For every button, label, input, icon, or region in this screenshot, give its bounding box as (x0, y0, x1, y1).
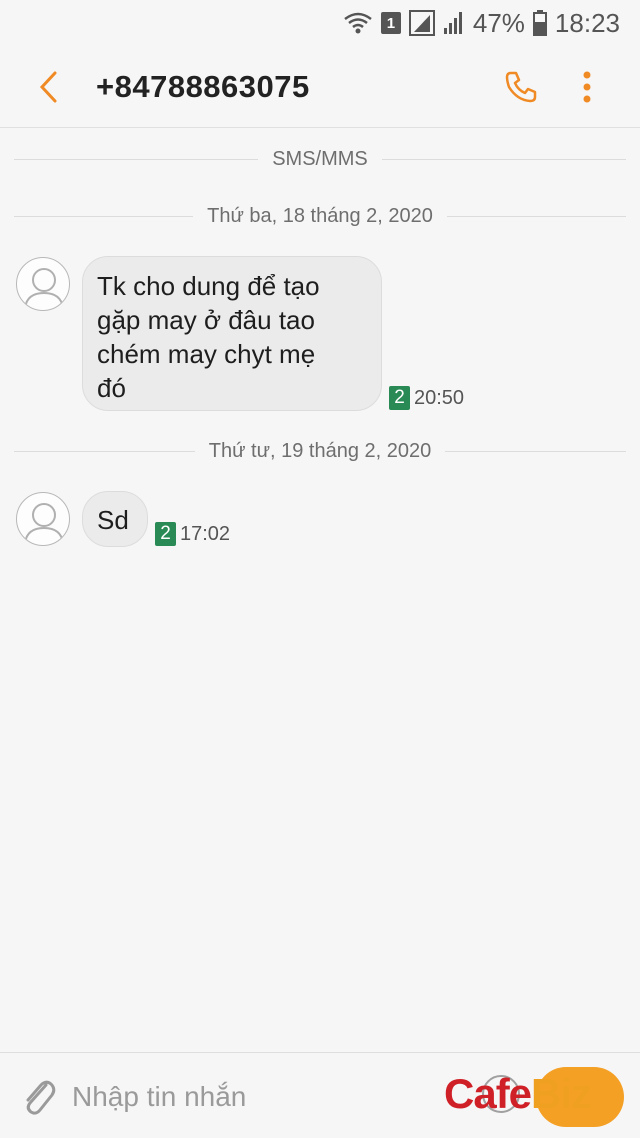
divider (445, 451, 627, 452)
avatar[interactable] (16, 492, 70, 546)
message-line: đó (97, 373, 126, 403)
cafebiz-watermark: CafeBiz (444, 1070, 592, 1118)
more-vert-icon (583, 71, 591, 102)
message-meta: 2 17:02 (155, 522, 230, 546)
person-icon (24, 268, 64, 309)
message-bubble[interactable]: Tk cho dung để tạo gặp may ở đâu tao ché… (82, 256, 382, 411)
message-meta: 2 20:50 (389, 386, 464, 410)
message-line: Tk cho dung để tạo (97, 271, 320, 301)
more-options-button[interactable] (554, 46, 620, 128)
sim-badge: 2 (155, 522, 176, 546)
wifi-icon (343, 11, 373, 35)
watermark-cafe: Cafe (444, 1070, 532, 1117)
paperclip-icon (26, 1080, 56, 1115)
message-bubble[interactable]: Sd (82, 491, 148, 547)
back-button[interactable] (0, 46, 96, 128)
date-label: Thứ ba, 18 tháng 2, 2020 (207, 205, 433, 227)
divider (14, 216, 194, 217)
message-time: 17:02 (180, 522, 231, 545)
sim-badge: 2 (389, 386, 410, 410)
divider (381, 159, 626, 160)
sim-slot-badge: 1 (380, 12, 401, 34)
conversation-header: +84788863075 (0, 46, 640, 128)
avatar[interactable] (16, 257, 70, 311)
attach-button[interactable] (18, 1075, 58, 1119)
contact-number: +84788863075 (96, 68, 310, 104)
phone-icon (505, 71, 537, 102)
status-bar: 1 47% 18:23 (0, 0, 640, 46)
clock: 18:23 (554, 7, 620, 38)
watermark-biz: Biz (531, 1070, 592, 1117)
date-label: Thứ tư, 19 tháng 2, 2020 (208, 440, 432, 462)
person-icon (24, 503, 64, 544)
divider (14, 451, 195, 452)
message-time: 20:50 (414, 386, 465, 409)
battery-icon (532, 10, 547, 36)
signal-sim2-icon (443, 10, 465, 36)
channel-separator: SMS/MMS (14, 148, 626, 171)
date-separator: Thứ tư, 19 tháng 2, 2020 (14, 440, 627, 463)
divider (446, 216, 626, 217)
date-separator: Thứ ba, 18 tháng 2, 2020 (14, 205, 626, 228)
message-line: gặp may ở đâu tao (97, 305, 315, 335)
call-button[interactable] (488, 46, 554, 128)
channel-label: SMS/MMS (272, 148, 368, 170)
chevron-left-icon (39, 71, 57, 102)
battery-percent: 47% (472, 7, 525, 38)
signal-sim1-icon (408, 10, 435, 36)
message-line: chém may chyt mẹ (97, 339, 316, 369)
message-input[interactable]: Nhập tin nhắn (72, 1081, 246, 1113)
divider (14, 159, 259, 160)
message-line: Sd (97, 505, 129, 535)
